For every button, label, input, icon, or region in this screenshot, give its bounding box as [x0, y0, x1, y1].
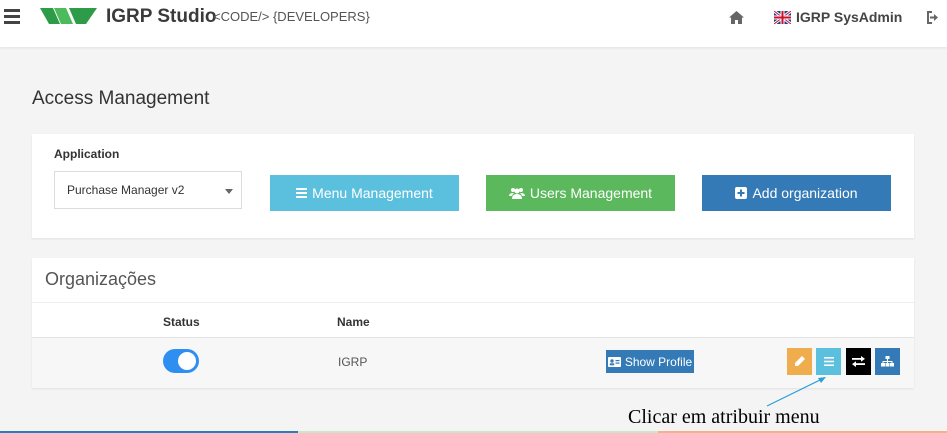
igrp-logo[interactable] [40, 7, 98, 25]
column-header-status: Status [163, 315, 200, 329]
user-menu[interactable]: IGRP SysAdmin [796, 9, 902, 25]
status-toggle[interactable] [163, 349, 199, 373]
add-organization-button[interactable]: Add organization [702, 175, 891, 211]
chevron-down-icon [225, 189, 233, 194]
menu-management-button[interactable]: Menu Management [270, 175, 459, 211]
transfer-icon [852, 356, 865, 367]
plus-square-icon [735, 187, 748, 199]
show-profile-label: Show Profile [624, 354, 693, 369]
organization-structure-button[interactable] [875, 348, 900, 375]
table-row: IGRP Show Profile [32, 338, 914, 388]
users-management-label: Users Management [529, 185, 653, 201]
list-icon [296, 188, 308, 198]
users-icon [508, 188, 525, 199]
top-navbar: IGRP Studio <CODE/> {DEVELOPERS} IGRP Sy… [0, 0, 947, 47]
application-label: Application [54, 147, 120, 161]
application-panel: Application Purchase Manager v2 Menu Man… [32, 134, 914, 238]
application-selected-value: Purchase Manager v2 [67, 183, 185, 197]
pencil-icon [795, 356, 805, 366]
organization-name: IGRP [338, 355, 368, 369]
logout-icon[interactable] [927, 11, 941, 24]
id-card-icon [607, 356, 621, 367]
page-title: Access Management [32, 88, 210, 109]
menu-management-label: Menu Management [312, 185, 433, 201]
edit-button[interactable] [787, 348, 812, 375]
uk-flag-icon [774, 11, 791, 24]
add-organization-label: Add organization [752, 185, 858, 201]
application-select[interactable]: Purchase Manager v2 [54, 171, 242, 209]
transfer-button[interactable] [846, 348, 871, 375]
column-header-name: Name [337, 315, 370, 329]
assign-menu-button[interactable] [816, 348, 841, 375]
menu-icon[interactable] [4, 9, 20, 25]
sitemap-icon [881, 356, 894, 367]
organizations-panel: Organizações Status Name IGRP Show Profi… [32, 258, 914, 388]
users-management-button[interactable]: Users Management [486, 175, 675, 211]
show-profile-button[interactable]: Show Profile [606, 350, 694, 373]
table-header: Status Name [32, 302, 914, 338]
organizations-title: Organizações [45, 269, 157, 289]
brand-tagline: <CODE/> {DEVELOPERS} [213, 9, 370, 24]
brand-name: IGRP Studio [106, 6, 217, 27]
home-icon[interactable] [729, 11, 744, 24]
list-icon [823, 357, 834, 366]
annotation-text: Clicar em atribuir menu [628, 406, 820, 428]
